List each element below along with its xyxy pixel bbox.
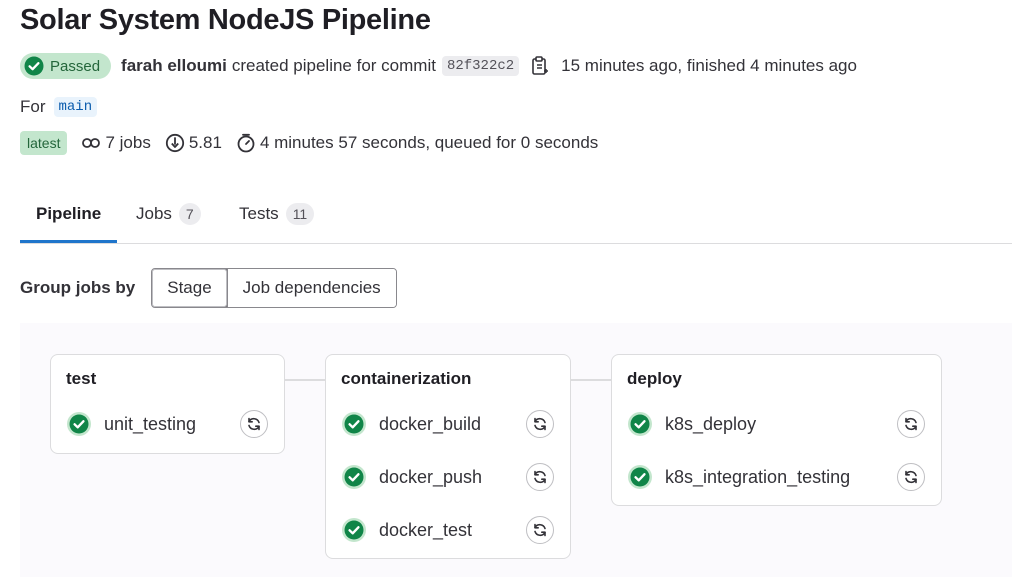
jobs-count: 7 jobs [105,133,151,152]
timer-icon [237,133,255,153]
tab-tests-count: 11 [285,203,315,225]
check-circle-icon [67,412,91,436]
latest-badge: latest [20,131,68,155]
retry-icon[interactable] [526,463,554,491]
job-name: unit_testing [104,413,197,434]
for-label: For [20,97,46,116]
tab-jobs-label: Jobs [136,204,172,223]
pipeline-tabs: Pipeline Jobs 7 Tests 11 [20,188,1012,244]
job-k8s-deploy[interactable]: k8s_deploy [627,408,756,440]
job-name: docker_test [379,519,473,540]
check-circle-icon [628,465,652,489]
stage-deploy: deploy k8s_deploy k8s_integration_testin… [611,354,942,506]
group-by-dependencies-button[interactable]: Job dependencies [226,269,396,307]
retry-icon[interactable] [526,516,554,544]
check-circle-icon [342,465,366,489]
commit-sha-link[interactable]: 82f322c2 [441,56,520,76]
status-badge[interactable]: Passed [20,53,112,79]
tab-tests-label: Tests [239,204,279,223]
pipeline-header-row: Passed farah elloumi created pipeline fo… [20,52,857,80]
stage-name: containerization [341,369,472,388]
stage-connector [570,379,612,381]
pipeline-icon [82,138,101,148]
pipeline-time: 15 minutes ago, finished 4 minutes ago [561,56,857,75]
check-circle-icon [24,56,44,76]
status-badge-label: Passed [50,57,101,75]
job-name: k8s_integration_testing [665,466,851,487]
check-circle-icon [342,518,366,542]
stage-name: deploy [627,369,682,388]
stage-connector [285,379,326,381]
group-by-stage-button[interactable]: Stage [152,269,228,307]
check-circle-icon [628,412,652,436]
job-name: k8s_deploy [665,413,757,434]
stage-containerization: containerization docker_build docker_pus… [325,354,571,559]
group-jobs-by: Group jobs by Stage Job dependencies [20,268,397,308]
branch-link[interactable]: main [53,97,98,117]
check-circle-icon [342,412,366,436]
stage-name: test [66,369,97,388]
tab-pipeline-label: Pipeline [36,204,102,223]
retry-icon[interactable] [240,410,268,438]
job-k8s-integration-testing[interactable]: k8s_integration_testing [627,461,850,493]
tab-tests[interactable]: Tests 11 [239,188,315,240]
stage-test: test unit_testing [50,354,285,454]
pipeline-duration: 4 minutes 57 seconds, queued for 0 secon… [259,133,599,152]
copy-icon[interactable] [531,56,549,76]
page-title: Solar System NodeJS Pipeline [20,4,431,36]
job-docker-test[interactable]: docker_test [341,514,472,546]
retry-icon[interactable] [897,410,925,438]
job-docker-push[interactable]: docker_push [341,461,482,493]
group-by-toggle: Stage Job dependencies [151,268,397,308]
branch-row: For main [20,94,98,120]
pipeline-meta-row: latest 7 jobs 5.81 4 minutes 57 seconds,… [20,130,598,156]
author-link[interactable]: farah elloumi [121,56,227,76]
tab-jobs[interactable]: Jobs 7 [136,188,201,240]
compute-icon [165,133,184,153]
compute-minutes: 5.81 [188,133,222,152]
job-docker-build[interactable]: docker_build [341,408,481,440]
job-unit-testing[interactable]: unit_testing [66,408,196,440]
tab-jobs-count: 7 [178,203,201,225]
job-name: docker_push [379,466,483,487]
retry-icon[interactable] [897,463,925,491]
group-by-label: Group jobs by [20,278,136,297]
pipeline-graph: test unit_testing containerization docke… [20,323,1012,577]
job-name: docker_build [379,413,482,434]
action-text: created pipeline for commit [231,56,436,75]
tab-pipeline[interactable]: Pipeline [20,188,118,243]
retry-icon[interactable] [526,410,554,438]
